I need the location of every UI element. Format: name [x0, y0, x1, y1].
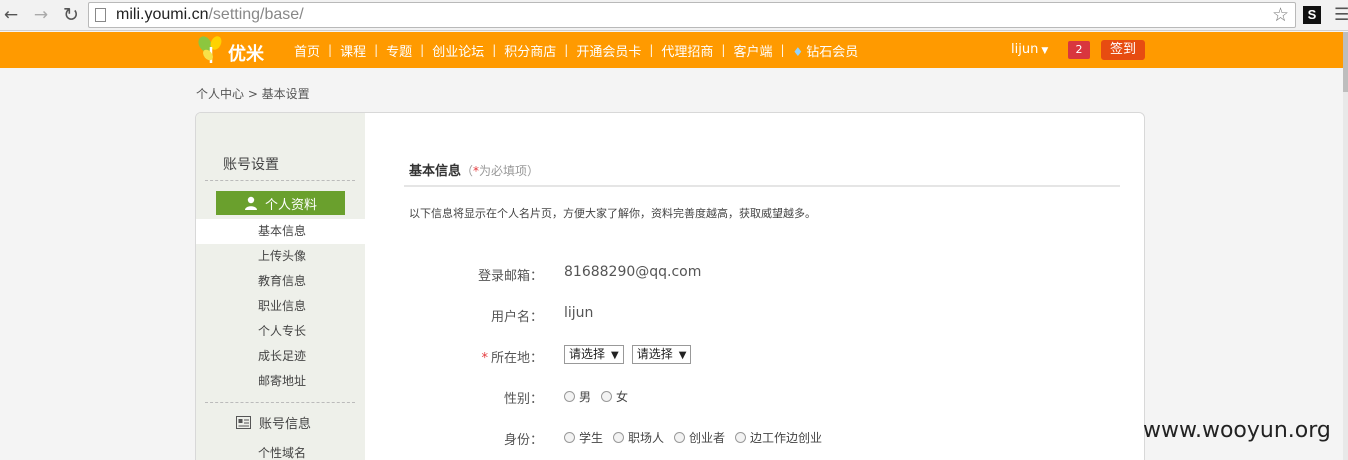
- identity-radio-employee[interactable]: 职场人: [613, 429, 664, 446]
- main-nav: 首页 | 课程 | 专题 | 创业论坛 | 积分商店 | 开通会员卡 | 代理招商 | 客户端…: [286, 32, 866, 68]
- notification-badge[interactable]: 2: [1068, 41, 1090, 59]
- email-value: 81688290@qq.com: [564, 264, 702, 280]
- radio-icon: [564, 432, 575, 443]
- sidebar-title: 账号设置: [223, 157, 279, 173]
- page-scrollbar[interactable]: [1343, 32, 1348, 460]
- reload-icon[interactable]: ↻: [60, 4, 82, 26]
- person-icon: [244, 196, 257, 210]
- sidebar-item-basic-info[interactable]: 基本信息: [196, 219, 365, 244]
- section-title-text: 基本信息: [409, 164, 462, 179]
- diamond-icon: ♦: [792, 44, 804, 59]
- location-selects: 请选择 ▼ 请选择 ▼: [564, 345, 699, 364]
- nav-points-store[interactable]: 积分商店: [496, 41, 564, 60]
- identity-options: 学生 职场人 创业者 边工作边创业: [564, 429, 832, 446]
- sidebar-group-label: 个人资料: [264, 197, 317, 213]
- location-row: * 所在地： 请选择 ▼ 请选择 ▼: [365, 343, 1065, 367]
- username-value: lijun: [564, 305, 594, 321]
- user-menu[interactable]: lijun ▼: [1011, 42, 1048, 57]
- intro-text: 以下信息将显示在个人名片页，方便大家了解你，资料完善度越高，获取威望越多。: [409, 207, 816, 220]
- nav-forum[interactable]: 创业论坛: [424, 41, 492, 60]
- nav-client[interactable]: 客户端: [725, 41, 780, 60]
- brand-name: 优米: [228, 44, 264, 65]
- sidebar-group-profile[interactable]: 个人资料: [216, 191, 345, 215]
- gender-options: 男女: [564, 388, 638, 405]
- divider: [205, 402, 355, 403]
- signin-button[interactable]: 签到: [1101, 40, 1145, 60]
- identity-row: 身份： 学生 职场人 创业者 边工作边创业: [365, 425, 1065, 449]
- leaf-logo-icon: [198, 36, 222, 63]
- nav-home[interactable]: 首页: [286, 41, 328, 60]
- username-row: 用户名： lijun: [365, 302, 1065, 326]
- city-select[interactable]: 请选择 ▼: [631, 345, 692, 364]
- watermark-text: www.wooyun.org: [1143, 418, 1331, 443]
- select-caret-icon: ▼: [678, 350, 687, 361]
- username: lijun: [1011, 42, 1039, 57]
- sidebar-item-education[interactable]: 教育信息: [196, 269, 365, 294]
- sidebar-item-custom-domain[interactable]: 个性域名: [196, 441, 365, 460]
- forward-arrow-icon[interactable]: →: [30, 4, 52, 26]
- chevron-down-icon: ▼: [1041, 46, 1049, 56]
- section-title: 基本信息（*为必填项）: [409, 160, 539, 179]
- section-divider: [404, 185, 1120, 187]
- settings-sidebar: 账号设置 个人资料 基本信息 上传头像 教育信息 职业信息 个人专长 成长足迹 …: [196, 113, 365, 460]
- settings-panel: 账号设置 个人资料 基本信息 上传头像 教育信息 职业信息 个人专长 成长足迹 …: [195, 112, 1145, 460]
- url-path: /setting/base/: [208, 6, 304, 23]
- address-bar[interactable]: mili.youmi.cn/setting/base/ ☆: [88, 2, 1296, 28]
- settings-content: 基本信息（*为必填项） 以下信息将显示在个人名片页，方便大家了解你，资料完善度越…: [365, 113, 1144, 460]
- required-star: *: [481, 351, 488, 366]
- gender-radio-female[interactable]: 女: [601, 388, 628, 405]
- url-host: mili.youmi.cn: [116, 6, 209, 23]
- gender-label: 性别：: [503, 392, 543, 407]
- sidebar-item-growth[interactable]: 成长足迹: [196, 344, 365, 369]
- gender-row: 性别： 男女: [365, 384, 1065, 408]
- radio-icon: [735, 432, 747, 443]
- identity-radio-student[interactable]: 学生: [564, 429, 603, 446]
- breadcrumb: 个人中心 > 基本设置: [196, 87, 310, 101]
- id-card-icon: [236, 416, 251, 429]
- nav-topics[interactable]: 专题: [378, 41, 420, 60]
- nav-diamond-label: 钻石会员: [806, 44, 859, 60]
- nav-diamond[interactable]: ♦ 钻石会员: [785, 41, 867, 60]
- select-caret-icon: ▼: [611, 350, 619, 361]
- divider: [205, 180, 355, 181]
- menu-icon[interactable]: ☰: [1334, 4, 1348, 26]
- email-row: 登录邮箱： 81688290@qq.com: [365, 261, 1065, 285]
- identity-radio-side-business[interactable]: 边工作边创业: [735, 429, 822, 446]
- identity-label: 身份：: [503, 433, 543, 448]
- radio-icon: [564, 391, 575, 402]
- url-text[interactable]: mili.youmi.cn/setting/base/: [116, 6, 304, 24]
- page-icon: [95, 8, 106, 22]
- username-label: 用户名：: [490, 310, 543, 325]
- location-label: * 所在地：: [481, 351, 543, 366]
- radio-icon: [601, 391, 613, 402]
- radio-icon: [674, 432, 686, 443]
- sidebar-item-mailing-address[interactable]: 邮寄地址: [196, 369, 365, 394]
- nav-membership[interactable]: 开通会员卡: [568, 41, 649, 60]
- email-label: 登录邮箱：: [477, 269, 543, 284]
- sidebar-item-expertise[interactable]: 个人专长: [196, 319, 365, 344]
- scrollbar-thumb[interactable]: [1343, 32, 1348, 92]
- sidebar-item-career[interactable]: 职业信息: [196, 294, 365, 319]
- province-select[interactable]: 请选择 ▼: [564, 345, 624, 364]
- gender-radio-male[interactable]: 男: [564, 388, 591, 405]
- nav-courses[interactable]: 课程: [332, 41, 374, 60]
- browser-toolbar: ← → ↻ mili.youmi.cn/setting/base/ ☆ S ☰: [0, 0, 1348, 31]
- site-header: 优米 首页 | 课程 | 专题 | 创业论坛 | 积分商店 | 开通会员卡 | 代理招商 | …: [0, 32, 1343, 68]
- sidebar-item-upload-avatar[interactable]: 上传头像: [196, 244, 365, 269]
- identity-radio-founder[interactable]: 创业者: [674, 429, 725, 446]
- sidebar-group-account-label: 账号信息: [259, 417, 312, 432]
- required-note: （*为必填项）: [461, 164, 540, 178]
- sidebar-group-account[interactable]: 账号信息: [236, 413, 311, 432]
- back-arrow-icon[interactable]: ←: [0, 4, 22, 26]
- star-icon[interactable]: ☆: [1272, 3, 1289, 27]
- extension-icon[interactable]: S: [1303, 6, 1321, 24]
- nav-agents[interactable]: 代理招商: [653, 41, 721, 60]
- radio-icon: [613, 432, 625, 443]
